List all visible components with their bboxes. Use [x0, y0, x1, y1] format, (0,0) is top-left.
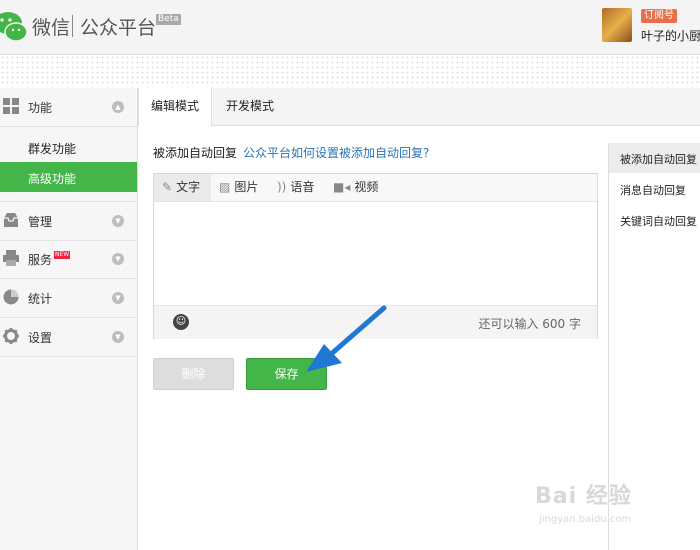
emoji-icon[interactable]: ☺ — [173, 314, 189, 330]
beta-badge: Beta — [156, 14, 181, 25]
sidebar-group-label: 管理 — [28, 215, 53, 229]
sidebar-item-advanced[interactable]: 高级功能 — [0, 162, 137, 192]
char-counter: 还可以输入 600 字 — [478, 317, 581, 331]
sidebar-group-settings[interactable]: 设置 ▼ — [0, 318, 137, 357]
sidebar-group-label: 功能 — [28, 101, 53, 115]
tab-dev-mode[interactable]: 开发模式 — [214, 88, 286, 125]
sidebar-group-features[interactable]: 功能 ▲ — [0, 88, 137, 127]
watermark-logo: Bai 经验 — [535, 484, 632, 509]
new-badge: NEW — [54, 251, 71, 259]
pie-chart-icon — [3, 289, 19, 305]
logo-text[interactable]: 微信 — [32, 13, 70, 40]
mode-tabs: 编辑模式 开发模式 — [138, 88, 700, 126]
section-heading: 被添加自动回复 公众平台如何设置被添加自动回复? — [153, 144, 429, 161]
chevron-up-icon[interactable]: ▲ — [112, 101, 124, 113]
dotted-divider — [0, 55, 700, 87]
sidebar-group-service[interactable]: 服务 NEW ▼ — [0, 240, 137, 279]
right-item-message-reply[interactable]: 消息自动回复 — [609, 174, 700, 204]
sidebar: 功能 ▲ 群发功能 高级功能 管理 ▼ 服务 NEW ▼ 统计 ▼ 设置 ▼ — [0, 88, 138, 550]
sidebar-item-label: 高级功能 — [28, 172, 77, 186]
editor-tab-voice[interactable]: )) 语音 — [277, 174, 314, 201]
inbox-icon — [4, 213, 18, 227]
printer-icon — [3, 250, 19, 266]
chevron-down-icon[interactable]: ▼ — [112, 215, 124, 227]
image-icon: ▨ — [219, 180, 231, 194]
help-link[interactable]: 公众平台如何设置被添加自动回复? — [243, 146, 429, 160]
grid-icon — [3, 98, 19, 114]
chevron-down-icon[interactable]: ▼ — [112, 331, 124, 343]
baidu-watermark: Bai 经验 jingyan.baidu.com — [535, 478, 665, 538]
chevron-down-icon[interactable]: ▼ — [112, 292, 124, 304]
sidebar-item-label: 群发功能 — [28, 142, 77, 156]
gear-icon — [3, 328, 19, 344]
tab-edit-mode[interactable]: 编辑模式 — [138, 88, 212, 126]
editor-tab-text[interactable]: ✎ 文字 — [154, 174, 211, 201]
delete-button[interactable]: 删除 — [153, 358, 234, 390]
sidebar-item-broadcast[interactable]: 群发功能 — [0, 132, 137, 162]
sidebar-group-stats[interactable]: 统计 ▼ — [0, 279, 137, 318]
top-bar: 微信 公众平台 Beta 订阅号 叶子的小厨 — [0, 0, 700, 55]
section-title: 被添加自动回复 — [153, 146, 238, 160]
sidebar-group-label: 服务 NEW — [28, 251, 71, 267]
editor-tab-image[interactable]: ▨ 图片 — [219, 174, 258, 201]
account-name[interactable]: 叶子的小厨 — [641, 27, 700, 44]
sidebar-group-manage[interactable]: 管理 ▼ — [0, 201, 137, 241]
logo-divider — [72, 15, 73, 37]
editor-tab-video[interactable]: ■◂ 视频 — [333, 174, 378, 201]
watermark-url: jingyan.baidu.com — [539, 514, 632, 525]
account-avatar[interactable] — [602, 8, 632, 42]
editor-textarea[interactable] — [154, 202, 597, 305]
annotation-arrow-icon — [306, 305, 387, 372]
video-icon: ■◂ — [333, 180, 351, 194]
sound-icon: )) — [277, 180, 287, 194]
account-type-badge: 订阅号 — [641, 9, 677, 23]
platform-title[interactable]: 公众平台 — [80, 13, 156, 40]
right-item-follow-reply[interactable]: 被添加自动回复 — [609, 143, 700, 173]
wechat-logo-icon — [0, 12, 28, 42]
sidebar-group-label: 统计 — [28, 292, 53, 306]
editor-type-tabs: ✎ 文字 ▨ 图片 )) 语音 ■◂ 视频 — [154, 174, 597, 202]
pencil-icon: ✎ — [162, 180, 173, 194]
chevron-down-icon[interactable]: ▼ — [112, 253, 124, 265]
sidebar-group-label: 设置 — [28, 331, 53, 345]
right-item-keyword-reply[interactable]: 关键词自动回复 — [609, 205, 700, 235]
